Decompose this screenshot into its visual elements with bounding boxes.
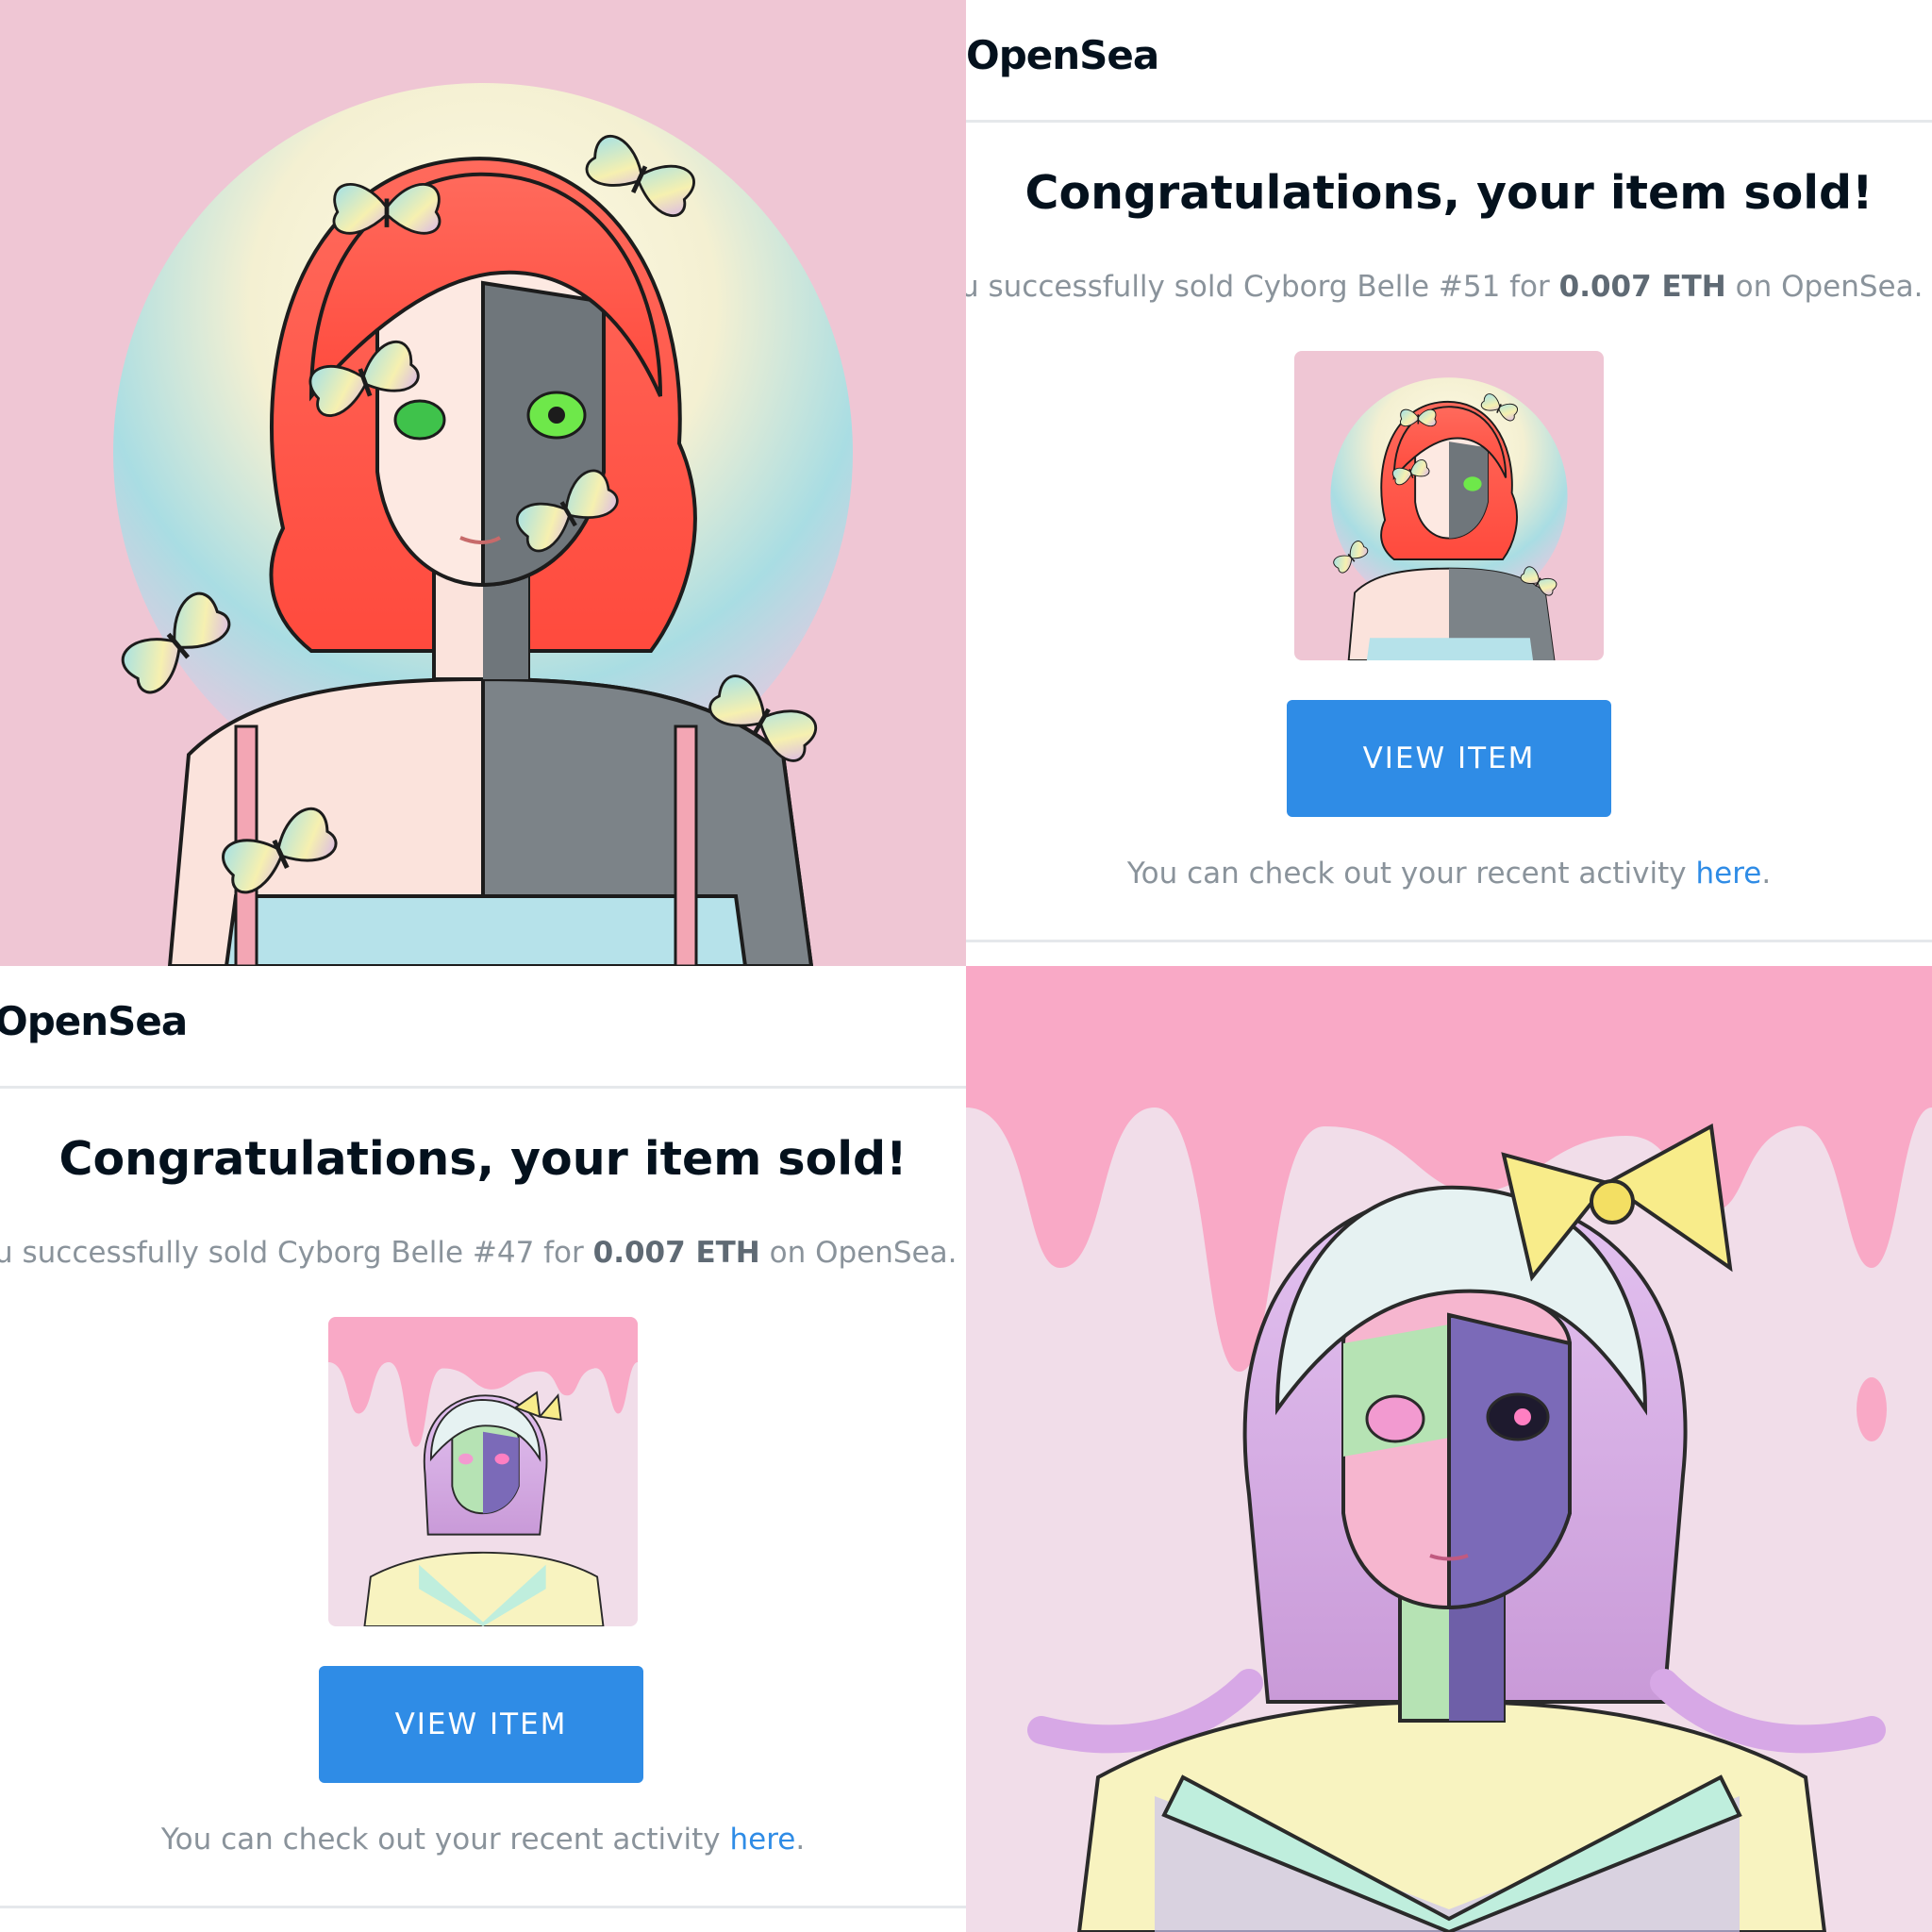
item-thumbnail[interactable] (1294, 351, 1604, 660)
sale-email-51: OpenSea Congratulations, your item sold!… (966, 0, 1932, 966)
view-item-button[interactable]: VIEW ITEM (319, 1666, 643, 1783)
congratulations-headline: Congratulations, your item sold! (1024, 166, 1874, 220)
sold-message-prefix: u successfully sold Cyborg Belle #47 for (0, 1236, 593, 1270)
thumbnail-artwork (1294, 351, 1604, 660)
congratulations-headline: Congratulations, your item sold! (58, 1132, 908, 1186)
opensea-logo-text: OpenSea (966, 32, 1159, 78)
opensea-logo-text: OpenSea (0, 998, 188, 1044)
sold-message-prefix: u successfully sold Cyborg Belle #51 for (966, 270, 1559, 304)
artwork-illustration (966, 966, 1932, 1932)
sale-price: 0.007 ETH (592, 1236, 760, 1270)
artwork-cyborg-belle-47 (966, 966, 1932, 1932)
recent-activity-text: You can check out your recent activity h… (0, 1823, 966, 1857)
activity-prefix: You can check out your recent activity (1126, 857, 1696, 891)
sold-message: u successfully sold Cyborg Belle #51 for… (966, 270, 1932, 304)
artwork-illustration (0, 0, 966, 966)
activity-suffix: . (1761, 857, 1772, 891)
thumbnail-artwork (328, 1317, 638, 1626)
activity-here-link[interactable]: here (729, 1823, 795, 1857)
sale-email-47: OpenSea Congratulations, your item sold!… (0, 966, 966, 1932)
footer-divider (966, 940, 1932, 942)
activity-suffix: . (795, 1823, 806, 1857)
email-header: OpenSea (0, 966, 966, 1089)
sale-price: 0.007 ETH (1558, 270, 1726, 304)
activity-here-link[interactable]: here (1695, 857, 1761, 891)
recent-activity-text: You can check out your recent activity h… (966, 857, 1932, 891)
sold-message-suffix: on OpenSea. (759, 1236, 958, 1270)
sold-message-suffix: on OpenSea. (1725, 270, 1924, 304)
view-item-button[interactable]: VIEW ITEM (1287, 700, 1611, 817)
item-thumbnail[interactable] (328, 1317, 638, 1626)
sold-message: u successfully sold Cyborg Belle #47 for… (0, 1236, 966, 1270)
activity-prefix: You can check out your recent activity (160, 1823, 730, 1857)
email-header: OpenSea (966, 0, 1932, 123)
footer-divider (0, 1906, 966, 1908)
artwork-cyborg-belle-51 (0, 0, 966, 966)
